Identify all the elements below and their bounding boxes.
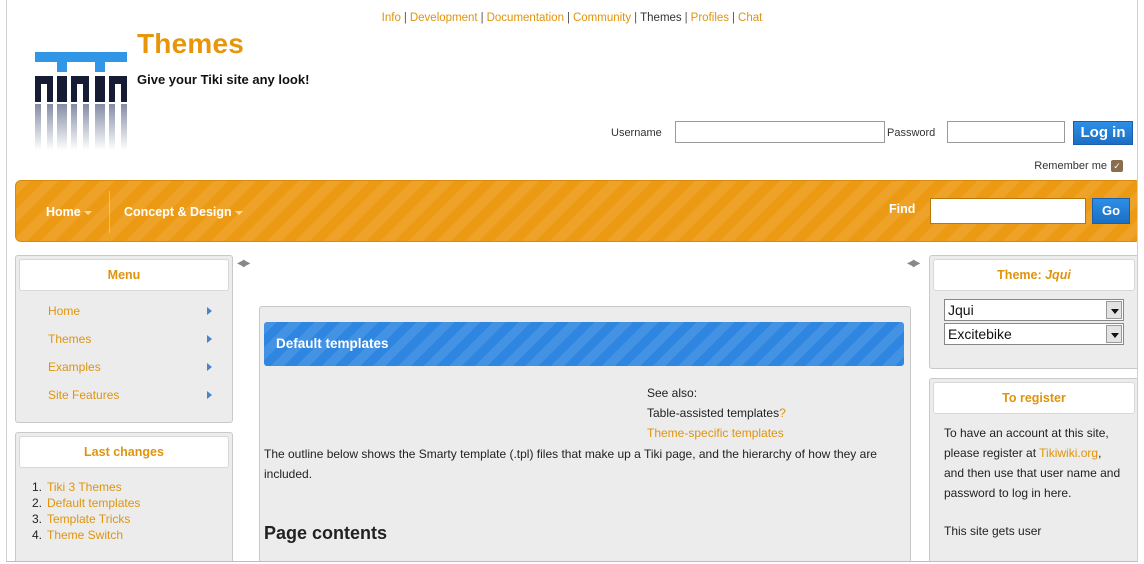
triangle-right-icon[interactable] [207,391,212,399]
tikiwiki-link[interactable]: Tikiwiki.org [1039,446,1098,460]
see-also-box: See also: Table-assisted templates? Them… [647,383,786,443]
username-input[interactable] [675,121,885,143]
triangle-right-icon[interactable] [207,307,212,315]
nav-home[interactable]: Home [46,181,92,243]
register-text: To have an account at this site, please … [930,417,1137,541]
menu-item-examples[interactable]: Examples [16,353,232,381]
theme-select-value: Jqui [948,302,974,318]
theme-module-title: Theme: Jqui [933,259,1135,291]
topnav-community-link[interactable]: Community [573,12,631,24]
theme-option-select[interactable]: Excitebike [944,323,1124,345]
last-change-link[interactable]: Theme Switch [47,528,123,542]
topnav-separator: | [566,12,570,24]
list-item-number: 3. [31,512,42,526]
last-changes-title: Last changes [19,436,229,468]
create-page-link[interactable]: ? [779,406,786,420]
list-item-number: 1. [31,480,42,494]
remember-me-checkbox[interactable]: ✓ [1111,160,1123,173]
section-heading: Page contents [264,523,388,543]
list-item-number: 2. [31,496,42,510]
theme-module-title-label: Theme: [997,268,1046,282]
chevron-down-icon [234,210,243,215]
last-change-link[interactable]: Template Tricks [47,512,130,526]
right-column-toggle-icon[interactable]: ◀▶ [907,258,920,269]
password-input[interactable] [947,121,1065,143]
menu-item-label: Site Features [48,388,120,402]
topnav-separator: | [684,12,688,24]
topnav-separator: | [634,12,638,24]
chevron-down-icon[interactable] [1106,301,1122,319]
topnav-themes-current: Themes [640,12,682,24]
register-module-title: To register [933,382,1135,414]
login-button[interactable]: Log in [1073,121,1133,145]
menu-item-site-features[interactable]: Site Features [16,381,232,409]
nav-concept-design[interactable]: Concept & Design [124,181,243,243]
triangle-right-icon[interactable] [207,335,212,343]
see-also-label: See also: [647,386,698,400]
site-title[interactable]: Themes [137,28,244,60]
nav-home-label: Home [46,205,81,219]
list-item: 3. Template Tricks [26,511,232,527]
remember-me[interactable]: Remember me ✓ [1034,160,1123,173]
topnav-separator: | [732,12,736,24]
main-navbar: Home Concept & Design Find Go [15,180,1137,243]
see-also-item: Table-assisted templates? [647,403,786,423]
last-changes-list: 1. Tiki 3 Themes 2. Default templates 3. Te… [16,471,232,543]
menu-module-title: Menu [19,259,229,291]
page-title: Default templates [264,322,904,366]
page-frame: Info | Development | Documentation | Community… [6,0,1138,562]
chevron-down-icon [83,210,92,215]
find-label: Find [889,202,916,216]
register-text-3: This site gets user [944,524,1042,538]
nav-concept-design-label: Concept & Design [124,205,232,219]
triangle-right-icon[interactable] [207,363,212,371]
theme-select[interactable]: Jqui [944,299,1124,321]
topnav-info-link[interactable]: Info [382,12,401,24]
menu-item-label: Themes [48,332,92,346]
nav-divider [109,191,110,233]
list-item: 1. Tiki 3 Themes [26,479,232,495]
password-label: Password [887,127,936,139]
tiki-logo-icon[interactable] [35,52,127,152]
topnav-development-link[interactable]: Development [410,12,478,24]
top-navigation: Info | Development | Documentation | Community… [7,12,1137,24]
register-module: To register To have an account at this s… [929,378,1137,561]
menu-item-home[interactable]: Home [16,297,232,325]
list-item: 2. Default templates [26,495,232,511]
intro-paragraph: The outline below shows the Smarty templ… [264,447,877,481]
find-input[interactable] [930,198,1086,224]
see-also-link-table-assisted[interactable]: Table-assisted templates [647,406,779,420]
topnav-separator: | [403,12,407,24]
theme-option-value: Excitebike [948,326,1012,342]
list-item: 4. Theme Switch [26,527,232,543]
menu-module: Menu Home Themes Examples Site Features [15,255,233,423]
topnav-separator: | [480,12,484,24]
remember-me-label: Remember me [1034,160,1107,172]
see-also-link-theme-specific[interactable]: Theme-specific templates [647,423,786,443]
go-button[interactable]: Go [1092,198,1130,224]
topnav-chat-link[interactable]: Chat [738,12,762,24]
last-change-link[interactable]: Default templates [47,496,140,510]
theme-module-title-value: Jqui [1045,268,1071,282]
chevron-down-icon[interactable] [1106,325,1122,343]
list-item-number: 4. [31,528,42,542]
menu-item-themes[interactable]: Themes [16,325,232,353]
last-change-link[interactable]: Tiki 3 Themes [47,480,122,494]
menu-item-label: Home [48,304,81,318]
site-tagline: Give your Tiki site any look! [137,72,310,87]
topnav-documentation-link[interactable]: Documentation [487,12,564,24]
theme-module: Theme: Jqui Jqui Excitebike [929,255,1137,369]
menu-item-label: Examples [48,360,101,374]
last-changes-module: Last changes 1. Tiki 3 Themes 2. Default t… [15,432,233,561]
main-content: Default templates See also: Table-assist… [259,306,911,561]
topnav-profiles-link[interactable]: Profiles [691,12,729,24]
left-column-toggle-icon[interactable]: ◀▶ [237,258,250,269]
username-label: Username [611,127,662,139]
menu-list: Home Themes Examples Site Features [16,297,232,409]
